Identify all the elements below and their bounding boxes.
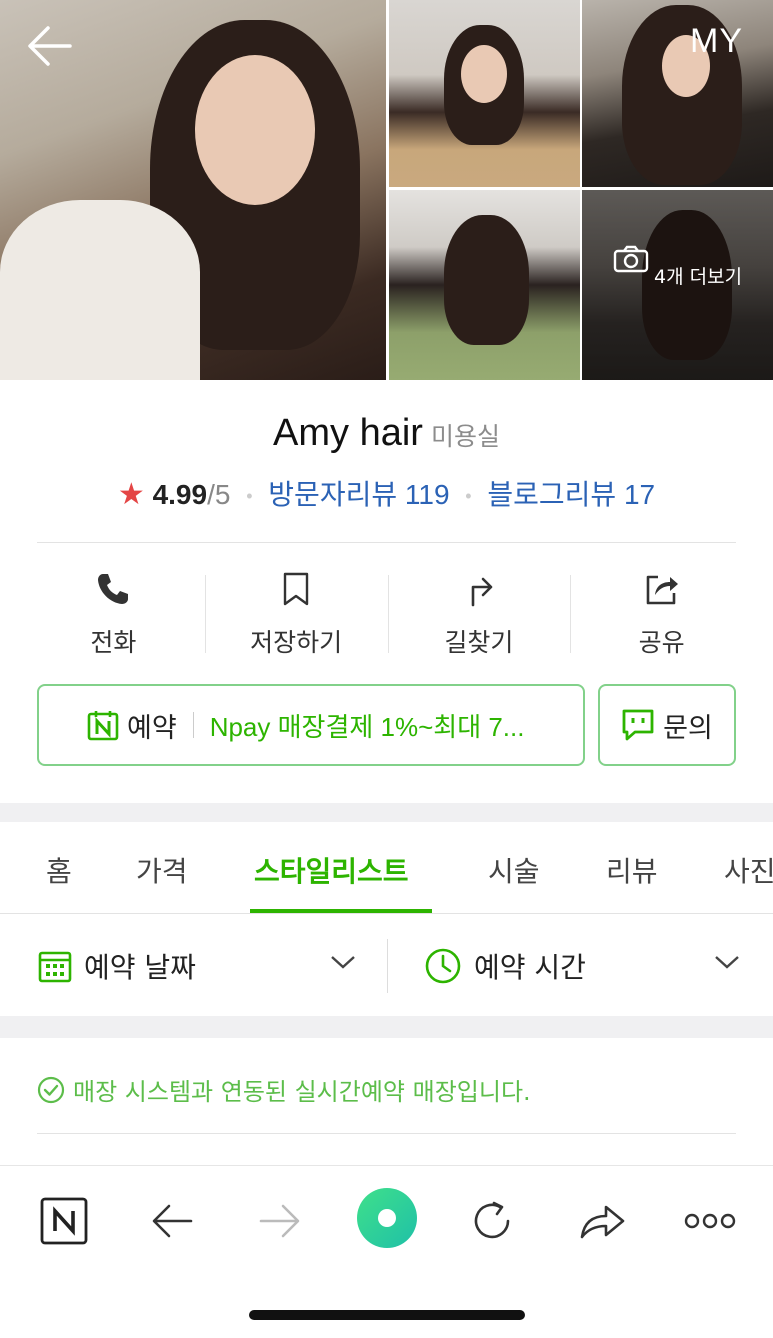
save-label: 저장하기 bbox=[250, 628, 343, 657]
phone-icon bbox=[98, 574, 129, 604]
back-arrow-icon bbox=[152, 1204, 193, 1238]
share-icon bbox=[646, 575, 678, 605]
photo-gallery[interactable]: 4개 더보기 bbox=[0, 0, 773, 380]
npay-promo-text: Npay 매장결제 1%~최대 7... bbox=[209, 711, 525, 742]
share-page-button[interactable] bbox=[572, 1191, 632, 1251]
booking-button[interactable]: 예약 Npay 매장결제 1%~최대 7... bbox=[37, 684, 585, 766]
tab-stylist[interactable]: 스타일리스트 bbox=[254, 850, 409, 890]
place-category: 미용실 bbox=[430, 422, 500, 451]
directions-label: 길찾기 bbox=[444, 628, 514, 657]
star-icon: ★ bbox=[117, 478, 145, 511]
separator-dot: • bbox=[465, 486, 472, 507]
naver-home-icon bbox=[40, 1197, 88, 1245]
forward-button[interactable] bbox=[250, 1191, 310, 1251]
naver-home-button[interactable] bbox=[34, 1191, 94, 1251]
date-label: 예약 날짜 bbox=[84, 950, 196, 984]
directions-button[interactable]: 길찾기 bbox=[387, 565, 571, 660]
blog-reviews-link[interactable]: 블로그리뷰 17 bbox=[487, 479, 655, 510]
back-arrow-icon[interactable] bbox=[26, 24, 74, 68]
home-indicator[interactable] bbox=[249, 1310, 525, 1320]
directions-icon bbox=[471, 577, 493, 607]
date-dropdown[interactable]: 예약 날짜 bbox=[38, 915, 368, 1016]
divider bbox=[37, 1133, 736, 1134]
inquiry-label: 문의 bbox=[663, 712, 713, 744]
naver-booking-icon bbox=[87, 711, 119, 741]
camera-icon bbox=[613, 245, 649, 273]
rating-max: /5 bbox=[207, 479, 231, 510]
more-icon bbox=[684, 1213, 736, 1229]
rating-score: 4.99 bbox=[152, 479, 208, 510]
tab-home[interactable]: 홈 bbox=[46, 850, 72, 890]
divider bbox=[37, 542, 736, 543]
inquiry-button[interactable]: 문의 bbox=[598, 684, 736, 766]
visitor-reviews-link[interactable]: 방문자리뷰 119 bbox=[268, 479, 449, 510]
place-name: Amy hair bbox=[273, 412, 423, 454]
call-label: 전화 bbox=[90, 628, 137, 657]
green-dot-icon bbox=[357, 1188, 417, 1248]
time-label: 예약 시간 bbox=[474, 950, 586, 984]
save-button[interactable]: 저장하기 bbox=[204, 565, 388, 660]
action-bar: 전화 저장하기 길찾기 공유 bbox=[22, 565, 753, 660]
divider bbox=[387, 939, 388, 993]
tab-treatment[interactable]: 시술 bbox=[488, 850, 540, 890]
separator-dot: • bbox=[246, 486, 253, 507]
share-arrow-icon bbox=[580, 1205, 625, 1239]
back-button[interactable] bbox=[142, 1191, 202, 1251]
call-button[interactable]: 전화 bbox=[22, 565, 205, 660]
realtime-booking-notice: 매장 시스템과 연동된 실시간예약 매장입니다. bbox=[37, 1072, 531, 1107]
chevron-down-icon bbox=[715, 956, 739, 969]
chat-icon bbox=[622, 709, 654, 741]
notice-text: 매장 시스템과 연동된 실시간예약 매장입니다. bbox=[73, 1078, 531, 1106]
tab-photo[interactable]: 사진 bbox=[724, 850, 773, 890]
place-header: Amy hair 미용실 bbox=[0, 412, 773, 455]
check-circle-icon bbox=[37, 1076, 65, 1103]
photo-thumbnail[interactable] bbox=[389, 190, 580, 380]
active-tab-indicator bbox=[250, 909, 432, 913]
section-gap bbox=[0, 1016, 773, 1038]
photo-thumbnail[interactable] bbox=[582, 0, 773, 187]
booking-label: 예약 bbox=[127, 712, 177, 744]
refresh-button[interactable] bbox=[462, 1191, 522, 1251]
share-label: 공유 bbox=[638, 628, 685, 657]
photo-thumbnail[interactable] bbox=[389, 0, 580, 187]
calendar-icon bbox=[38, 951, 72, 982]
refresh-icon bbox=[474, 1201, 510, 1239]
separator bbox=[192, 712, 194, 738]
my-button[interactable]: MY bbox=[690, 22, 743, 61]
rating-row: ★ 4.99/5 • 방문자리뷰 119 • 블로그리뷰 17 bbox=[0, 473, 773, 513]
tab-bar: 홈 가격 스타일리스트 시술 리뷰 사진 bbox=[0, 822, 773, 914]
time-dropdown[interactable]: 예약 시간 bbox=[424, 915, 754, 1016]
tab-price[interactable]: 가격 bbox=[136, 850, 188, 890]
more-photos-label: 4개 더보기 bbox=[654, 266, 743, 288]
clock-icon bbox=[425, 948, 461, 983]
forward-arrow-icon bbox=[259, 1204, 300, 1238]
bookmark-icon bbox=[283, 572, 309, 606]
booking-filters: 예약 날짜 예약 시간 bbox=[0, 915, 773, 1016]
more-photos-button[interactable]: 4개 더보기 bbox=[582, 245, 773, 289]
more-button[interactable] bbox=[678, 1191, 742, 1251]
green-dot-button[interactable] bbox=[352, 1183, 422, 1253]
chevron-down-icon bbox=[331, 956, 355, 969]
section-gap bbox=[0, 803, 773, 822]
share-button[interactable]: 공유 bbox=[570, 565, 753, 660]
tab-review[interactable]: 리뷰 bbox=[606, 850, 658, 890]
